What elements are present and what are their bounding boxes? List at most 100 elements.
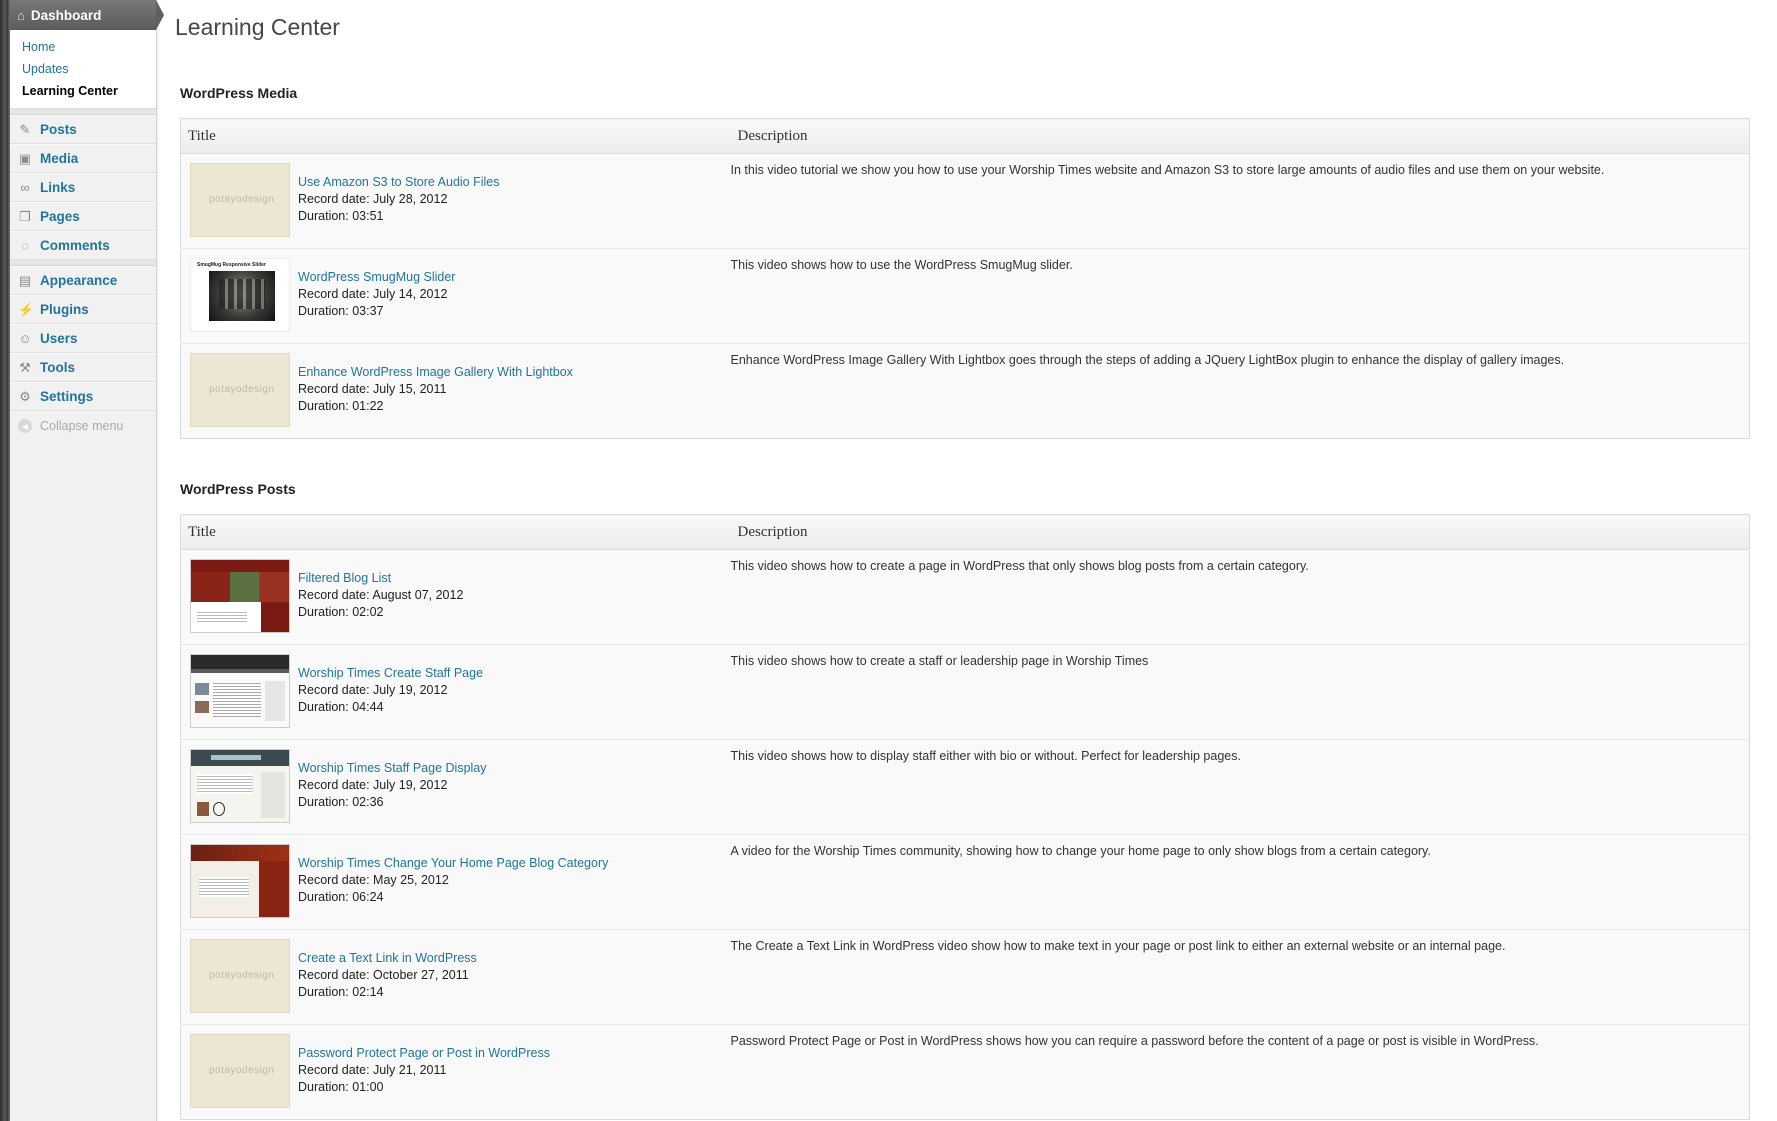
table-row: potayodesign Password Protect Page or Po… xyxy=(180,1024,1750,1120)
video-title-link[interactable]: Create a Text Link in WordPress xyxy=(298,950,477,967)
duration: Duration: 04:44 xyxy=(298,700,384,714)
video-title-link[interactable]: Worship Times Change Your Home Page Blog… xyxy=(298,855,608,872)
table-row: potayodesign Create a Text Link in WordP… xyxy=(180,929,1750,1025)
menu-label: Pages xyxy=(40,209,80,224)
collapse-menu-button[interactable]: ◀ Collapse menu xyxy=(10,411,156,441)
menu-label: Plugins xyxy=(40,302,89,317)
record-date: Record date: May 25, 2012 xyxy=(298,873,449,887)
menu-label: Media xyxy=(40,151,79,166)
record-date: Record date: July 14, 2012 xyxy=(298,287,448,301)
video-thumbnail[interactable]: potayodesign xyxy=(190,1034,290,1108)
video-thumbnail[interactable]: potayodesign xyxy=(190,939,290,1013)
video-thumbnail[interactable] xyxy=(190,654,290,728)
video-description: The Create a Text Link in WordPress vide… xyxy=(730,929,1750,1025)
table-row: Worship Times Staff Page Display Record … xyxy=(180,739,1750,835)
duration: Duration: 03:51 xyxy=(298,209,384,223)
section-heading-media: WordPress Media xyxy=(180,85,298,101)
dashboard-submenu: Home Updates Learning Center xyxy=(10,30,156,109)
menu-item-comments[interactable]: ◌ Comments xyxy=(10,231,156,260)
submenu-item-home[interactable]: Home xyxy=(10,36,156,58)
column-header-description: Description xyxy=(730,514,1750,550)
video-description: This video shows how to create a page in… xyxy=(730,549,1750,645)
record-date: Record date: August 07, 2012 xyxy=(298,588,464,602)
menu-item-pages[interactable]: ❐ Pages xyxy=(10,202,156,231)
menu-item-tools[interactable]: ⚒ Tools xyxy=(10,353,156,382)
video-thumbnail[interactable] xyxy=(190,749,290,823)
menu-item-links[interactable]: ∞ Links xyxy=(10,173,156,202)
table-row: potayodesign Use Amazon S3 to Store Audi… xyxy=(180,153,1750,249)
video-title-link[interactable]: Password Protect Page or Post in WordPre… xyxy=(298,1045,550,1062)
media-videos-table: Title Description potayodesign Use Amazo… xyxy=(180,118,1750,439)
menu-item-posts[interactable]: ✎ Posts xyxy=(10,115,156,144)
menu-item-media[interactable]: ▣ Media xyxy=(10,144,156,173)
submenu-item-learning-center[interactable]: Learning Center xyxy=(10,80,156,102)
record-date: Record date: July 15, 2011 xyxy=(298,382,447,396)
column-header-title: Title xyxy=(180,514,731,550)
duration: Duration: 02:02 xyxy=(298,605,384,619)
video-thumbnail[interactable]: potayodesign xyxy=(190,353,290,427)
thumb-caption: SmugMug Responsive Slider xyxy=(197,262,266,268)
video-description: Enhance WordPress Image Gallery With Lig… xyxy=(730,343,1750,439)
menu-label: Settings xyxy=(40,389,94,404)
duration: Duration: 02:36 xyxy=(298,795,384,809)
thumb-watermark: potayodesign xyxy=(209,384,275,395)
video-description: A video for the Worship Times community,… xyxy=(730,834,1750,930)
table-row: SmugMug Responsive Slider WordPress Smug… xyxy=(180,248,1750,344)
appearance-icon: ▤ xyxy=(18,272,32,288)
section-heading-posts: WordPress Posts xyxy=(180,481,296,497)
video-description: Password Protect Page or Post in WordPre… xyxy=(730,1024,1750,1120)
video-description: This video shows how to create a staff o… xyxy=(730,644,1750,740)
video-title-link[interactable]: Worship Times Staff Page Display xyxy=(298,760,487,777)
video-title-link[interactable]: WordPress SmugMug Slider xyxy=(298,269,455,286)
menu-item-plugins[interactable]: ⚡ Plugins xyxy=(10,295,156,324)
collapse-arrow-icon: ◀ xyxy=(18,419,32,433)
record-date: Record date: July 28, 2012 xyxy=(298,192,448,206)
record-date: Record date: October 27, 2011 xyxy=(298,968,469,982)
menu-label: Links xyxy=(40,180,76,195)
users-icon: ☺ xyxy=(18,330,32,346)
table-row: potayodesign Enhance WordPress Image Gal… xyxy=(180,343,1750,439)
duration: Duration: 01:22 xyxy=(298,399,384,413)
table-row: Worship Times Change Your Home Page Blog… xyxy=(180,834,1750,930)
menu-label: Comments xyxy=(40,238,110,253)
media-icon: ▣ xyxy=(18,150,32,166)
video-description: This video shows how to display staff ei… xyxy=(730,739,1750,835)
pages-icon: ❐ xyxy=(19,208,31,224)
video-title-link[interactable]: Worship Times Create Staff Page xyxy=(298,665,483,682)
column-header-title: Title xyxy=(180,118,731,154)
link-icon: ∞ xyxy=(20,179,30,195)
menu-item-appearance[interactable]: ▤ Appearance xyxy=(10,266,156,295)
thumb-watermark: potayodesign xyxy=(209,194,275,205)
video-thumbnail[interactable] xyxy=(190,559,290,633)
video-title-link[interactable]: Enhance WordPress Image Gallery With Lig… xyxy=(298,364,573,381)
pin-icon: ✎ xyxy=(19,121,31,137)
dashboard-menu-item[interactable]: ⌂ Dashboard xyxy=(10,0,164,30)
video-thumbnail[interactable]: potayodesign xyxy=(190,163,290,237)
duration: Duration: 03:37 xyxy=(298,304,384,318)
page-title: Learning Center xyxy=(175,14,340,40)
column-header-description: Description xyxy=(730,118,1750,154)
duration: Duration: 01:00 xyxy=(298,1080,384,1094)
tools-icon: ⚒ xyxy=(19,359,31,375)
video-thumbnail[interactable]: SmugMug Responsive Slider xyxy=(190,258,290,332)
video-description: This video shows how to use the WordPres… xyxy=(730,248,1750,344)
record-date: Record date: July 19, 2012 xyxy=(298,778,448,792)
submenu-item-updates[interactable]: Updates xyxy=(10,58,156,80)
menu-item-users[interactable]: ☺ Users xyxy=(10,324,156,353)
video-description: In this video tutorial we show you how t… xyxy=(730,153,1750,249)
menu-label: Tools xyxy=(40,360,75,375)
plug-icon: ⚡ xyxy=(18,301,35,317)
video-thumbnail[interactable] xyxy=(190,844,290,918)
video-title-link[interactable]: Use Amazon S3 to Store Audio Files xyxy=(298,174,500,191)
record-date: Record date: July 19, 2012 xyxy=(298,683,448,697)
dashboard-label: Dashboard xyxy=(30,7,102,23)
settings-icon: ⚙ xyxy=(19,388,31,404)
table-row: Filtered Blog List Record date: August 0… xyxy=(180,549,1750,645)
menu-item-settings[interactable]: ⚙ Settings xyxy=(10,382,156,411)
comment-bubble-icon: ◌ xyxy=(21,237,29,253)
thumb-watermark: potayodesign xyxy=(209,1065,275,1076)
slider-image xyxy=(209,271,275,321)
table-row: Worship Times Create Staff Page Record d… xyxy=(180,644,1750,740)
video-title-link[interactable]: Filtered Blog List xyxy=(298,570,463,587)
admin-sidebar: ⌂ Dashboard Home Updates Learning Center… xyxy=(10,0,164,1121)
